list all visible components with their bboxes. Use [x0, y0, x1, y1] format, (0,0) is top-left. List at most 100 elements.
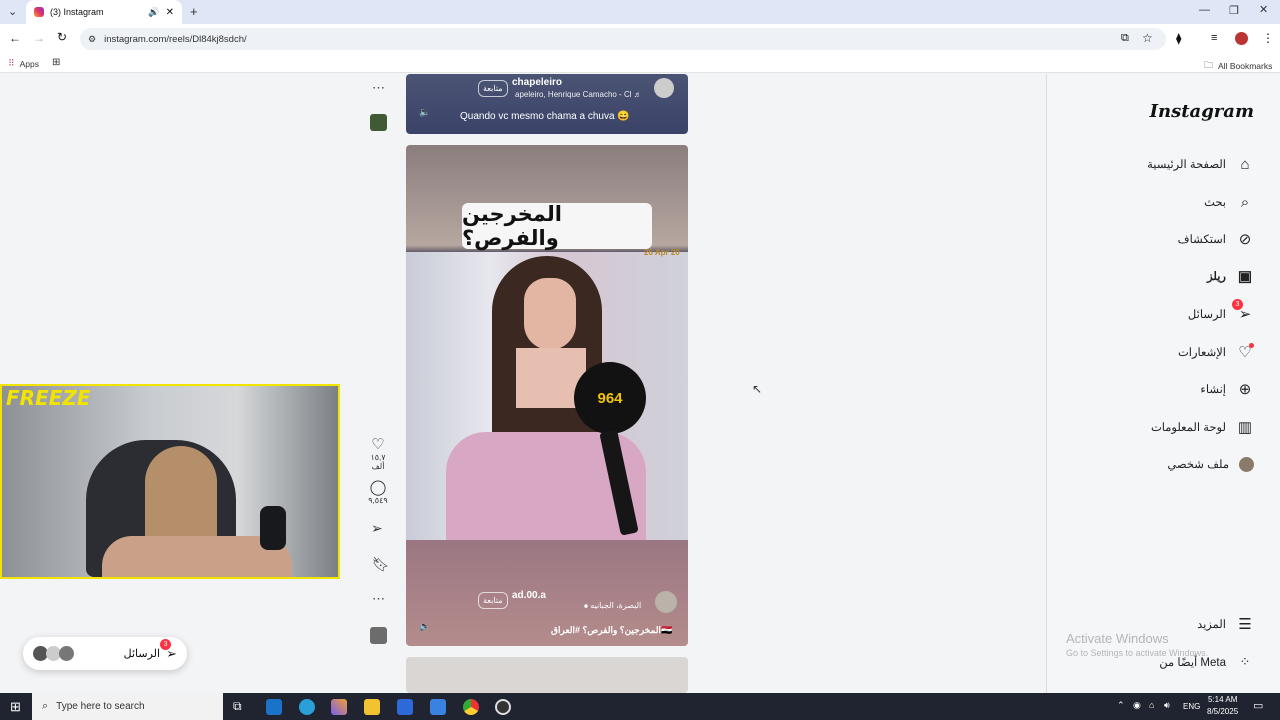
reel-main[interactable]: المخرجين والفرص؟ 26 Apr 20 964 🔈 متابعة …: [406, 145, 688, 646]
media-controls-icon[interactable]: ≡: [1211, 32, 1217, 44]
webcam-overlay: FREEZE: [0, 384, 340, 579]
audio-thumbnail[interactable]: [370, 627, 387, 644]
copilot-icon[interactable]: [331, 699, 347, 715]
extensions-icon[interactable]: ⧫: [1176, 32, 1181, 45]
reel-next[interactable]: [406, 657, 688, 693]
search-icon: ⌕: [1240, 193, 1250, 211]
reels-icon: ▣: [1237, 268, 1253, 285]
messages-pill[interactable]: الرسائل ➢ 3: [23, 637, 187, 670]
restore-icon[interactable]: ❐: [1229, 4, 1239, 17]
audio-thumbnail[interactable]: [370, 114, 387, 131]
file-explorer-icon[interactable]: [364, 699, 380, 715]
reel-top-caption: Quando vc mesmo chama a chuva 😄: [460, 111, 630, 122]
sidebar-item-more[interactable]: المزيد ☰: [1197, 613, 1254, 635]
share-icon[interactable]: ➢: [371, 520, 383, 537]
all-bookmarks[interactable]: 🗀 All Bookmarks: [1204, 58, 1272, 74]
instagram-logo[interactable]: Instagram: [1150, 101, 1254, 122]
sidebar-item-label: لوحة المعلومات: [1150, 422, 1226, 434]
save-icon[interactable]: 🔖︎: [372, 556, 390, 573]
mic-label: 964: [597, 389, 623, 407]
volume-icon[interactable]: 🔊︎: [1164, 700, 1170, 711]
language-indicator[interactable]: ENG: [1183, 702, 1200, 711]
speaker-icon[interactable]: 🔊: [148, 7, 159, 18]
store-icon[interactable]: [397, 699, 413, 715]
tray-app-icon[interactable]: ◉: [1133, 700, 1141, 711]
site-info-icon[interactable]: ⚙: [88, 34, 96, 45]
notifications-icon[interactable]: ▭: [1253, 699, 1263, 712]
plus-icon: ⊕: [1238, 381, 1252, 398]
reel-top[interactable]: 🔈 متابعة chapeleiro apeleiro, Henrique C…: [406, 74, 688, 134]
obs-icon[interactable]: [495, 699, 511, 715]
task-view-icon[interactable]: ⧉: [233, 699, 242, 714]
back-icon[interactable]: ←: [9, 31, 21, 45]
apps-shortcut[interactable]: ⠿ Apps: [8, 58, 39, 69]
new-tab-icon[interactable]: +: [190, 4, 198, 19]
sidebar-item-compass[interactable]: استكشاف ⊘: [1178, 228, 1254, 250]
browser-tab[interactable]: (3) Instagram 🔊 ✕: [26, 0, 182, 24]
microphone: 964: [574, 362, 646, 434]
taskbar-search-placeholder: Type here to search: [56, 701, 145, 712]
like-action[interactable]: ♡ ١٥,٧ ألف: [363, 435, 393, 471]
forward-icon[interactable]: →: [33, 31, 45, 45]
browser-menu-icon[interactable]: ⋮: [1262, 31, 1274, 45]
comment-icon[interactable]: ◯: [363, 478, 393, 496]
more-options-icon[interactable]: ⋯: [372, 591, 385, 607]
sidebar-item-avatar[interactable]: ملف شخصي: [1167, 453, 1254, 475]
sidebar-item-label: استكشاف: [1177, 234, 1226, 246]
tab-close-icon[interactable]: ✕: [166, 7, 174, 18]
avatar-icon: [1239, 456, 1254, 472]
tab-strip: ⌄ (3) Instagram 🔊 ✕ + — ❐ ✕: [0, 0, 1280, 24]
sidebar-item-heart[interactable]: الإشعارات ♡: [1178, 341, 1254, 363]
comment-action[interactable]: ◯ ٩,٥٤٩: [363, 478, 393, 505]
reel-location[interactable]: ⦁ البصرة، الجبانيه: [584, 601, 641, 611]
chrome-icon[interactable]: [463, 699, 479, 715]
sidebar-item-home[interactable]: الصفحة الرئيسية ⌂: [1147, 153, 1254, 175]
sidebar-item-reels[interactable]: ريلز ▣: [1207, 265, 1254, 287]
reel-top-audio[interactable]: apeleiro, Henrique Camacho - Cl ♬: [515, 90, 642, 99]
install-app-icon[interactable]: ⧉: [1121, 32, 1129, 45]
reel-top-username[interactable]: chapeleiro: [512, 77, 562, 88]
bookmarks-bar: ⠿ Apps ⊞ 🗀 All Bookmarks: [0, 54, 1280, 73]
like-count: ١٥,٧ ألف: [370, 453, 386, 471]
sidebar-item-label: ريلز: [1207, 271, 1226, 283]
address-bar[interactable]: ⚙ instagram.com/reels/Dl84kj8sdch/: [80, 28, 1166, 50]
network-icon[interactable]: ⌂: [1149, 700, 1154, 710]
tab-groups-icon[interactable]: ⊞: [52, 57, 60, 68]
date-stamp: 26 Apr 20: [644, 248, 680, 257]
more-options-icon[interactable]: ⋯: [372, 80, 385, 96]
bookmark-star-icon[interactable]: ☆: [1142, 31, 1153, 45]
search-icon: ⌕: [42, 700, 49, 712]
messages-badge: 3: [1232, 299, 1243, 310]
sidebar-item-plus[interactable]: إنشاء ⊕: [1200, 378, 1254, 400]
taskbar-search[interactable]: ⌕ Type here to search: [32, 693, 223, 720]
follow-button[interactable]: متابعة: [478, 80, 508, 97]
edge-icon[interactable]: [299, 699, 315, 715]
tray-chevron-icon[interactable]: ⌃: [1117, 700, 1125, 711]
security-icon[interactable]: [430, 699, 446, 715]
messages-icon: ➢ 3: [1232, 299, 1254, 323]
reel-avatar[interactable]: [655, 591, 677, 613]
clock-time[interactable]: 5:14 AM: [1208, 695, 1237, 704]
minimize-icon[interactable]: —: [1199, 4, 1210, 16]
activate-windows-subtitle: Go to Settings to activate Windows.: [1066, 648, 1209, 658]
profile-avatar[interactable]: [1235, 32, 1248, 45]
tab-search-chevron-icon[interactable]: ⌄: [8, 5, 17, 18]
clock-date[interactable]: 8/5/2025: [1207, 707, 1238, 716]
follow-button[interactable]: متابعة: [478, 592, 508, 609]
reel-username[interactable]: ad.00.a: [512, 590, 546, 601]
messages-pill-label: الرسائل: [123, 648, 161, 660]
heart-icon[interactable]: ♡: [363, 435, 393, 453]
outlook-icon[interactable]: [266, 699, 282, 715]
sidebar-item-search[interactable]: بحث ⌕: [1204, 191, 1254, 213]
meta-grid-icon: ⁘: [1239, 654, 1251, 669]
comment-count: ٩,٥٤٩: [368, 496, 388, 505]
reload-icon[interactable]: ↻: [57, 30, 67, 44]
window-close-icon[interactable]: ✕: [1259, 3, 1268, 16]
mute-icon[interactable]: 🔈: [419, 107, 430, 118]
freeze-text: FREEZE: [6, 386, 91, 410]
windows-start-icon[interactable]: ⊞: [10, 699, 21, 715]
reel-top-avatar[interactable]: [654, 78, 674, 98]
sidebar-item-dashboard[interactable]: لوحة المعلومات ▥: [1151, 416, 1254, 438]
mute-icon[interactable]: 🔈: [419, 621, 430, 632]
sidebar-item-messages[interactable]: الرسائل ➢ 3: [1188, 299, 1254, 325]
